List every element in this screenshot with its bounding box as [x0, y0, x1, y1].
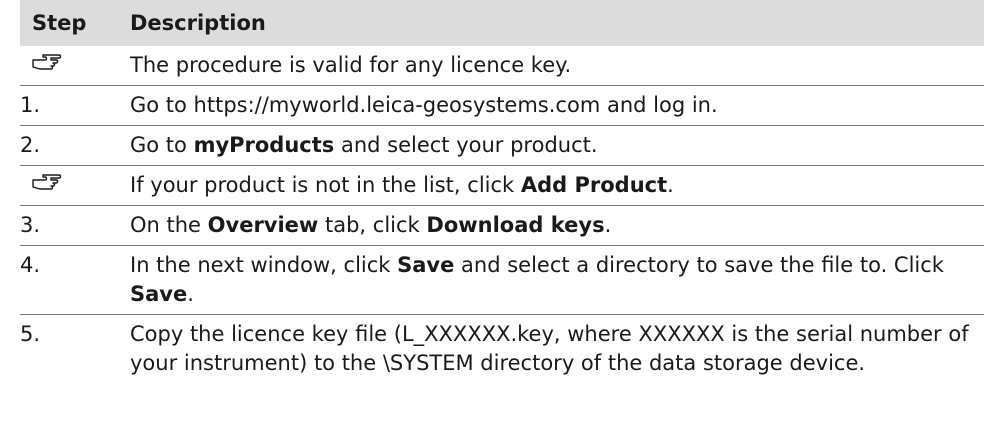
- step-number: 4.: [20, 245, 130, 315]
- step-number: 2.: [20, 125, 130, 166]
- step-cell: [20, 46, 130, 86]
- ui-term-save: Save: [130, 282, 188, 306]
- document-page: Step Description The procedure is valid …: [0, 0, 992, 448]
- description-cell: Go to https://myworld.leica-geosystems.c…: [130, 85, 984, 126]
- description-cell: The procedure is valid for any licence k…: [130, 46, 984, 86]
- table-row: 2. Go to myProducts and select your prod…: [20, 125, 984, 166]
- description-cell: Go to myProducts and select your product…: [130, 125, 984, 166]
- step-number: 5.: [20, 322, 41, 346]
- step-number: 3.: [20, 205, 130, 246]
- ui-term-overview: Overview: [207, 213, 319, 237]
- table-row: 1. Go to https://myworld.leica-geosystem…: [20, 85, 984, 126]
- ui-term-myproducts: myProducts: [193, 133, 335, 157]
- pointing-hand-icon: [32, 174, 62, 190]
- ui-term-save: Save: [397, 253, 455, 277]
- step-cell: [20, 165, 130, 206]
- table-header-row: Step Description: [20, 0, 984, 46]
- ui-term-add-product: Add Product: [520, 173, 668, 197]
- header-step: Step: [20, 0, 130, 46]
- table-row: 4. In the next window, click Save and se…: [20, 245, 984, 315]
- description-cell: If your product is not in the list, clic…: [130, 165, 984, 206]
- table-row: 5. Copy the licence key file (L_XXXXXX.k…: [20, 315, 984, 384]
- table-row: If your product is not in the list, clic…: [20, 165, 984, 206]
- pointing-hand-icon: [32, 54, 62, 70]
- ui-term-download-keys: Download keys: [426, 213, 605, 237]
- description-cell: Copy the licence key file (L_XXXXXX.key,…: [130, 322, 969, 375]
- description-cell: In the next window, click Save and selec…: [130, 245, 984, 315]
- step-number: 1.: [20, 85, 130, 126]
- table-row: 3. On the Overview tab, click Download k…: [20, 205, 984, 246]
- description-cell: On the Overview tab, click Download keys…: [130, 205, 984, 246]
- procedure-table: Step Description The procedure is valid …: [20, 0, 984, 383]
- header-description: Description: [130, 0, 984, 46]
- table-row: The procedure is valid for any licence k…: [20, 46, 984, 86]
